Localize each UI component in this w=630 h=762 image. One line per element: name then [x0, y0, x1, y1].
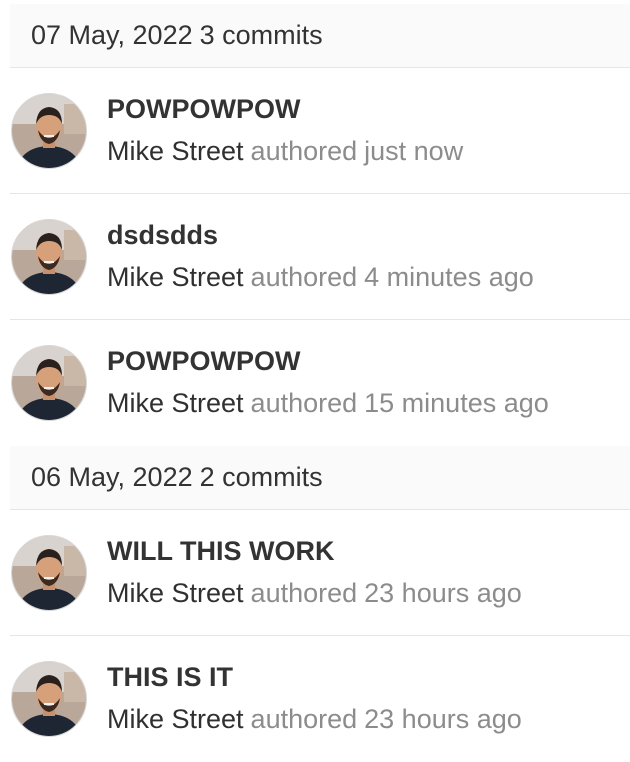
- authored-label: authored: [250, 262, 358, 292]
- day-header: 06 May, 2022 2 commits: [10, 446, 630, 510]
- authored-label: authored: [250, 388, 358, 418]
- avatar[interactable]: [11, 661, 87, 737]
- day-commit-count: 2 commits: [199, 462, 323, 492]
- avatar[interactable]: [11, 535, 87, 611]
- commit-title[interactable]: dsdsdds: [107, 220, 218, 251]
- commit-row[interactable]: dsdsdds Mike Street authored 4 minutes ago: [10, 194, 630, 320]
- authored-label: authored: [250, 704, 358, 734]
- day-header: 07 May, 2022 3 commits: [10, 4, 630, 68]
- commit-row[interactable]: POWPOWPOW Mike Street authored just now: [10, 68, 630, 194]
- commit-title[interactable]: WILL THIS WORK: [107, 536, 334, 567]
- commit-title[interactable]: POWPOWPOW: [107, 94, 300, 125]
- authored-label: authored: [250, 578, 358, 608]
- avatar[interactable]: [11, 345, 87, 421]
- commit-title[interactable]: THIS IS IT: [107, 662, 233, 693]
- avatar[interactable]: [11, 219, 87, 295]
- avatar-photo-icon: [12, 94, 86, 168]
- commit-history-list: 07 May, 2022 3 commits POWPOWPOW Mike St…: [0, 4, 630, 762]
- commit-meta: Mike Street authored 4 minutes ago: [107, 262, 534, 293]
- commit-meta: Mike Street authored 23 hours ago: [107, 704, 522, 735]
- day-date: 06 May, 2022: [31, 462, 193, 492]
- avatar-photo-icon: [12, 220, 86, 294]
- commit-row[interactable]: WILL THIS WORK Mike Street authored 23 hou…: [10, 510, 630, 636]
- commit-meta: Mike Street authored 15 minutes ago: [107, 388, 549, 419]
- authored-label: authored: [250, 136, 358, 166]
- avatar-photo-icon: [12, 662, 86, 736]
- commit-author[interactable]: Mike Street: [107, 136, 244, 166]
- commit-time: just now: [364, 136, 464, 166]
- commit-time: 23 hours ago: [364, 578, 522, 608]
- commit-time: 23 hours ago: [364, 704, 522, 734]
- avatar-photo-icon: [12, 346, 86, 420]
- commit-author[interactable]: Mike Street: [107, 388, 244, 418]
- commit-time: 4 minutes ago: [364, 262, 534, 292]
- commit-row[interactable]: THIS IS IT Mike Street authored 23 hours a…: [10, 636, 630, 762]
- commit-title[interactable]: POWPOWPOW: [107, 346, 300, 377]
- commit-author[interactable]: Mike Street: [107, 704, 244, 734]
- commit-author[interactable]: Mike Street: [107, 578, 244, 608]
- commit-group: 06 May, 2022 2 commits WILL THIS WORK Mi…: [0, 446, 630, 762]
- commit-group: 07 May, 2022 3 commits POWPOWPOW Mike St…: [0, 4, 630, 446]
- day-date: 07 May, 2022: [31, 20, 193, 50]
- commit-time: 15 minutes ago: [364, 388, 549, 418]
- commit-meta: Mike Street authored 23 hours ago: [107, 578, 522, 609]
- commit-meta: Mike Street authored just now: [107, 136, 463, 167]
- avatar-photo-icon: [12, 536, 86, 610]
- avatar[interactable]: [11, 93, 87, 169]
- commit-author[interactable]: Mike Street: [107, 262, 244, 292]
- commit-row[interactable]: POWPOWPOW Mike Street authored 15 minutes …: [10, 320, 630, 446]
- day-commit-count: 3 commits: [199, 20, 323, 50]
